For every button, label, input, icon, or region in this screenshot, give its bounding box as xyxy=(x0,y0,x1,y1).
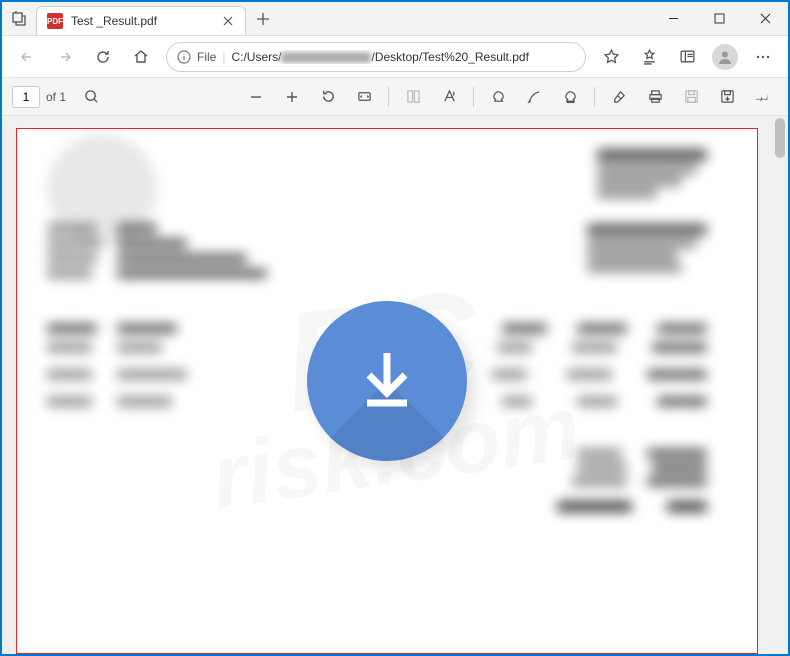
refresh-button[interactable] xyxy=(86,40,120,74)
search-icon[interactable] xyxy=(76,82,106,112)
download-icon[interactable] xyxy=(307,301,467,461)
vertical-scrollbar[interactable] xyxy=(772,116,788,654)
zoom-out-button[interactable] xyxy=(241,82,271,112)
read-aloud-button[interactable] xyxy=(434,82,464,112)
favorite-button[interactable] xyxy=(594,40,628,74)
scroll-thumb[interactable] xyxy=(775,118,785,158)
info-icon xyxy=(177,50,191,64)
pdf-toolbar: of 1 xyxy=(2,78,788,116)
new-tab-button[interactable] xyxy=(246,2,280,35)
pin-toolbar-button[interactable] xyxy=(748,82,778,112)
titlebar: PDF Test _Result.pdf xyxy=(2,2,788,36)
minimize-button[interactable] xyxy=(650,2,696,35)
highlight-tool-button[interactable] xyxy=(483,82,513,112)
tab[interactable]: PDF Test _Result.pdf xyxy=(36,6,246,35)
highlight-color-button[interactable] xyxy=(555,82,585,112)
maximize-button[interactable] xyxy=(696,2,742,35)
tab-strip: PDF Test _Result.pdf xyxy=(2,2,650,35)
page-view-button[interactable] xyxy=(398,82,428,112)
fit-page-button[interactable] xyxy=(349,82,379,112)
print-button[interactable] xyxy=(640,82,670,112)
back-button[interactable] xyxy=(10,40,44,74)
save-button[interactable] xyxy=(676,82,706,112)
close-window-button[interactable] xyxy=(742,2,788,35)
collections-button[interactable] xyxy=(670,40,704,74)
url-path: C:/Users//Desktop/Test%20_Result.pdf xyxy=(231,50,528,64)
pdf-viewport[interactable]: PC risk.com xyxy=(2,116,788,654)
save-as-button[interactable] xyxy=(712,82,742,112)
pdf-file-icon: PDF xyxy=(47,13,63,29)
page-number-input[interactable] xyxy=(12,86,40,108)
draw-tool-button[interactable] xyxy=(519,82,549,112)
browser-window: PDF Test _Result.pdf xyxy=(2,2,788,654)
favorites-list-button[interactable] xyxy=(632,40,666,74)
profile-button[interactable] xyxy=(712,44,738,70)
tab-title: Test _Result.pdf xyxy=(71,14,213,28)
tab-close-button[interactable] xyxy=(221,14,235,28)
page-total-label: of 1 xyxy=(46,90,66,104)
zoom-in-button[interactable] xyxy=(277,82,307,112)
url-field[interactable]: File | C:/Users//Desktop/Test%20_Result.… xyxy=(166,42,586,72)
home-button[interactable] xyxy=(124,40,158,74)
settings-menu-button[interactable] xyxy=(746,40,780,74)
url-scheme-label: File xyxy=(197,50,216,64)
tab-actions-button[interactable] xyxy=(2,2,36,36)
erase-button[interactable] xyxy=(604,82,634,112)
rotate-button[interactable] xyxy=(313,82,343,112)
address-bar: File | C:/Users//Desktop/Test%20_Result.… xyxy=(2,36,788,78)
window-controls xyxy=(650,2,788,35)
forward-button[interactable] xyxy=(48,40,82,74)
pdf-page: PC risk.com xyxy=(16,128,758,654)
